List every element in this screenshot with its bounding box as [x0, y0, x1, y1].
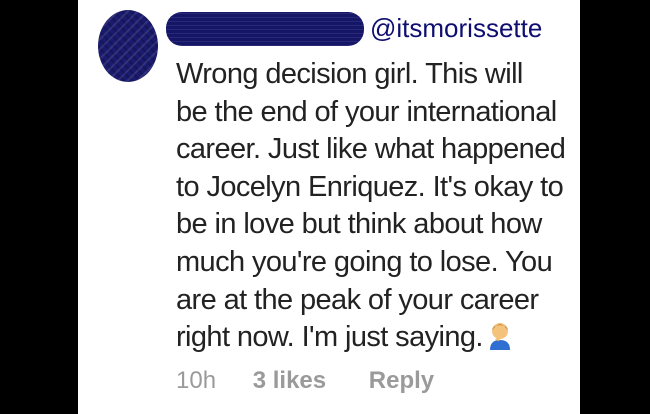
redacted-display-name: [166, 12, 364, 46]
comment-line: Wrong decision girl. This will: [176, 58, 523, 90]
comment-body: Wrong decision girl. This will be the en…: [176, 56, 576, 361]
likes-count-link[interactable]: 3 likes: [253, 366, 326, 396]
comment-line: are at the peak of your career: [176, 283, 539, 316]
avatar-redacted[interactable]: [98, 10, 158, 82]
comment-line: to Jocelyn Enriquez. It's okay to: [176, 170, 564, 203]
reply-button[interactable]: Reply: [369, 366, 434, 396]
comment-line: right now. I'm just saying.: [176, 321, 483, 354]
comment-line: career. Just like what happened: [176, 133, 566, 166]
comment-meta: 10h 3 likes Reply: [176, 366, 434, 396]
comment-frame: @itsmorissette Wrong decision girl. This…: [78, 0, 580, 414]
comment-line: be in love but think about how: [176, 208, 542, 241]
comment-line: much you're going to lose. You: [176, 245, 553, 278]
comment-username[interactable]: @itsmorissette: [370, 12, 542, 44]
person-facepalming-icon: [487, 320, 513, 361]
comment-line-last: right now. I'm just saying.: [176, 319, 576, 361]
comment-line: be the end of your international: [176, 95, 557, 128]
comment-timestamp: 10h: [176, 367, 217, 394]
